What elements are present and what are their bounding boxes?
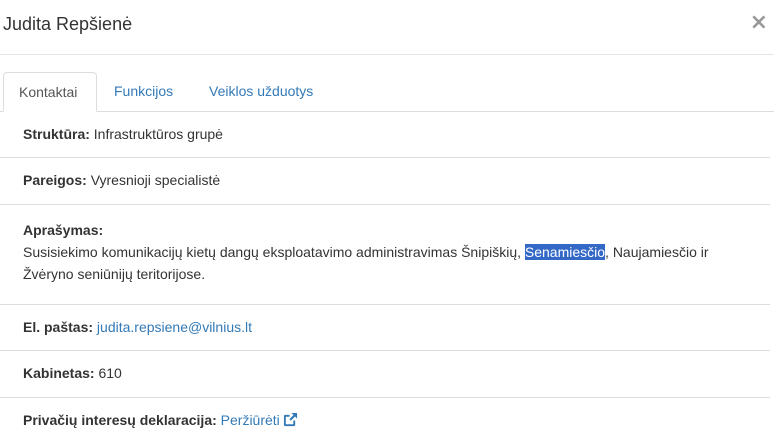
close-button[interactable]: ×	[750, 12, 768, 34]
tab-funkcijos[interactable]: Funkcijos	[99, 72, 188, 112]
external-link-icon	[283, 412, 298, 430]
description-text-before: Susisiekimo komunikacijų kietų dangų eks…	[23, 244, 525, 260]
modal-header: Judita Repšienė ×	[0, 0, 774, 55]
description-selected-text: Senamiesčio	[524, 244, 606, 260]
description-block: Aprašymas: Susisiekimo komunikacijų kiet…	[23, 219, 753, 285]
tab-veiklos-uzduotys[interactable]: Veiklos užduotys	[194, 72, 328, 112]
description-text: Susisiekimo komunikacijų kietų dangų eks…	[23, 241, 753, 285]
description-label: Aprašymas:	[23, 222, 104, 238]
office-value: 610	[98, 365, 122, 381]
declaration-view-link[interactable]: Peržiūrėti	[221, 412, 298, 428]
declaration-row: Privačių interesų deklaracija: Peržiūrėt…	[0, 398, 770, 448]
office-row: Kabinetas: 610	[0, 351, 770, 398]
position-value: Vyresnioji specialistė	[90, 172, 221, 188]
email-link[interactable]: judita.repsiene@vilnius.lt	[97, 319, 252, 335]
structure-row: Struktūra: Infrastruktūros grupė	[0, 112, 770, 158]
office-label: Kabinetas:	[23, 365, 95, 381]
structure-label: Struktūra:	[23, 126, 90, 142]
description-row: Aprašymas: Susisiekimo komunikacijų kiet…	[0, 205, 770, 305]
declaration-label: Privačių interesų deklaracija:	[23, 412, 217, 428]
tab-kontaktai[interactable]: Kontaktai	[3, 72, 97, 112]
modal-title: Judita Repšienė	[3, 14, 133, 34]
position-row: Pareigos: Vyresnioji specialistė	[0, 158, 770, 205]
email-row: El. paštas: judita.repsiene@vilnius.lt	[0, 305, 770, 351]
position-label: Pareigos:	[23, 172, 87, 188]
declaration-link-text: Peržiūrėti	[220, 412, 280, 428]
tab-bar: Kontaktai Funkcijos Veiklos užduotys	[0, 72, 774, 112]
email-label: El. paštas:	[23, 319, 94, 335]
structure-value: Infrastruktūros grupė	[93, 126, 223, 142]
